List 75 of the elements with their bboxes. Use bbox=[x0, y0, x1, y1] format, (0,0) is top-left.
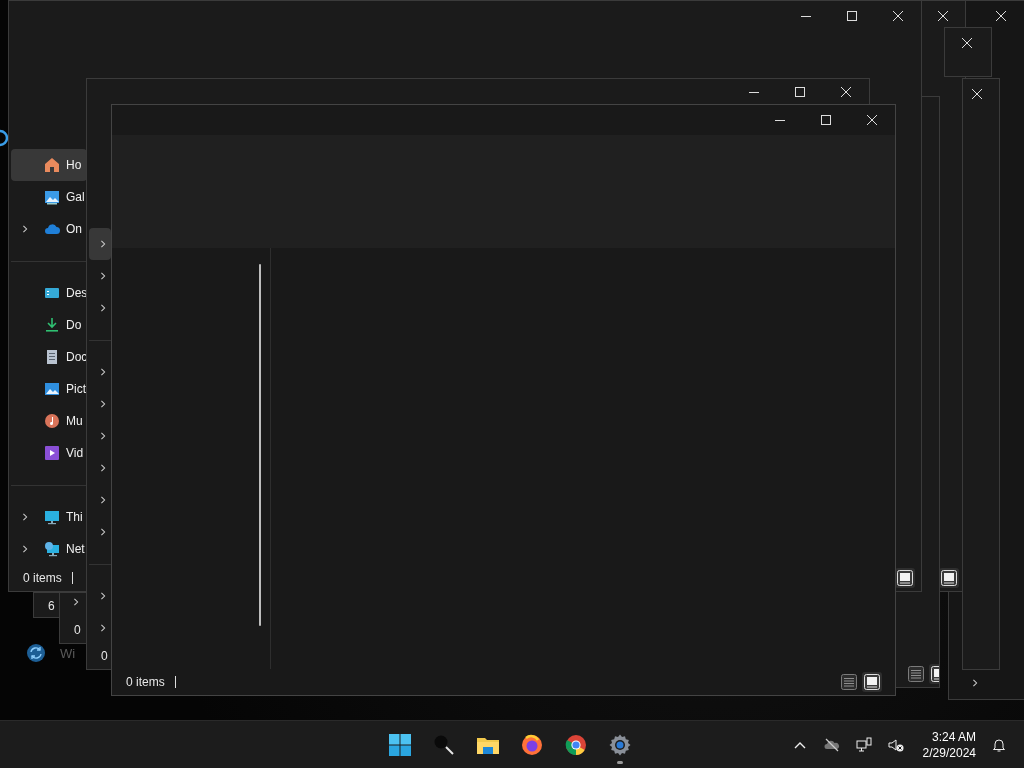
nav-item[interactable]: Des bbox=[11, 277, 87, 309]
desktop-label: Wi bbox=[60, 645, 76, 661]
chevron-icon[interactable] bbox=[21, 544, 29, 554]
close-icon bbox=[962, 38, 972, 48]
search-icon bbox=[432, 733, 456, 757]
chevron-icon[interactable] bbox=[99, 431, 107, 441]
cloud-icon bbox=[44, 221, 60, 237]
cloud-icon bbox=[823, 736, 840, 753]
chevron-icon[interactable] bbox=[99, 399, 107, 409]
speaker-muted-icon bbox=[887, 736, 904, 753]
nav-item[interactable]: Net bbox=[11, 533, 87, 565]
maximize-icon bbox=[821, 115, 831, 125]
chevron-icon[interactable] bbox=[971, 678, 979, 688]
clock-date: 2/29/2024 bbox=[922, 744, 976, 761]
status-text: 0 bbox=[74, 623, 81, 637]
nav-item[interactable]: Pict bbox=[11, 373, 87, 405]
image-icon bbox=[44, 381, 60, 397]
music-icon bbox=[44, 413, 60, 429]
clock-time: 3:24 AM bbox=[931, 728, 976, 745]
chevron-icon[interactable] bbox=[99, 623, 107, 633]
browser-icon bbox=[520, 733, 544, 757]
image-icon bbox=[44, 189, 60, 205]
nav-item[interactable]: Gal bbox=[11, 181, 87, 213]
nav-item[interactable]: On bbox=[11, 213, 87, 245]
scroll-bar[interactable] bbox=[259, 264, 261, 626]
maximize-icon bbox=[795, 86, 805, 97]
close-icon bbox=[938, 11, 948, 21]
chevron-icon[interactable] bbox=[99, 239, 107, 249]
document-icon bbox=[44, 349, 60, 365]
nav-item[interactable]: Thi bbox=[11, 501, 87, 533]
chevron-icon[interactable] bbox=[99, 463, 107, 473]
home-icon bbox=[44, 157, 60, 173]
spinner-icon bbox=[0, 128, 10, 148]
status-text: 0 bbox=[101, 649, 108, 663]
nav-item[interactable]: Mu bbox=[11, 405, 87, 437]
chevron-icon[interactable] bbox=[72, 597, 80, 607]
start-icon bbox=[388, 733, 412, 757]
download-icon bbox=[44, 317, 60, 333]
nav-item[interactable]: Vid bbox=[11, 437, 87, 469]
tiles-view-button[interactable] bbox=[862, 672, 882, 692]
chevron-icon[interactable] bbox=[21, 224, 29, 234]
nav-item[interactable]: Ho bbox=[11, 149, 87, 181]
sync-icon bbox=[26, 643, 46, 663]
chevron-icon[interactable] bbox=[99, 527, 107, 537]
monitor-icon bbox=[44, 509, 60, 525]
status-text: 0 items bbox=[23, 571, 62, 585]
bell-icon bbox=[991, 736, 1007, 753]
chevron-icon[interactable] bbox=[99, 367, 107, 377]
nav-item[interactable]: Doc bbox=[11, 341, 87, 373]
chevron-icon[interactable] bbox=[99, 303, 107, 313]
details-view-button[interactable] bbox=[839, 672, 859, 692]
close-icon bbox=[841, 86, 851, 97]
chevron-icon[interactable] bbox=[21, 512, 29, 522]
close-icon bbox=[893, 11, 903, 21]
network-icon bbox=[44, 541, 60, 557]
monitor-icon bbox=[44, 285, 60, 301]
clock-button[interactable]: 3:24 AM 2/29/2024 bbox=[916, 728, 982, 761]
nav-item[interactable]: Do bbox=[11, 309, 87, 341]
details-view-button[interactable] bbox=[906, 664, 926, 684]
tiles-view-button[interactable] bbox=[895, 568, 915, 588]
status-text: 6 bbox=[48, 599, 55, 613]
video-icon bbox=[44, 445, 60, 461]
chevron-icon[interactable] bbox=[99, 271, 107, 281]
browser-icon bbox=[564, 733, 588, 757]
monitor-icon bbox=[855, 736, 872, 753]
running-indicator bbox=[617, 761, 623, 764]
chevron-icon[interactable] bbox=[99, 495, 107, 505]
maximize-icon bbox=[847, 11, 857, 21]
close-icon bbox=[996, 11, 1006, 21]
gear-icon bbox=[608, 733, 632, 757]
status-text: 0 items bbox=[126, 675, 165, 689]
tiles-view-button[interactable] bbox=[939, 568, 959, 588]
chevron-icon[interactable] bbox=[99, 591, 107, 601]
close-icon bbox=[867, 115, 877, 125]
close-icon bbox=[972, 89, 982, 99]
